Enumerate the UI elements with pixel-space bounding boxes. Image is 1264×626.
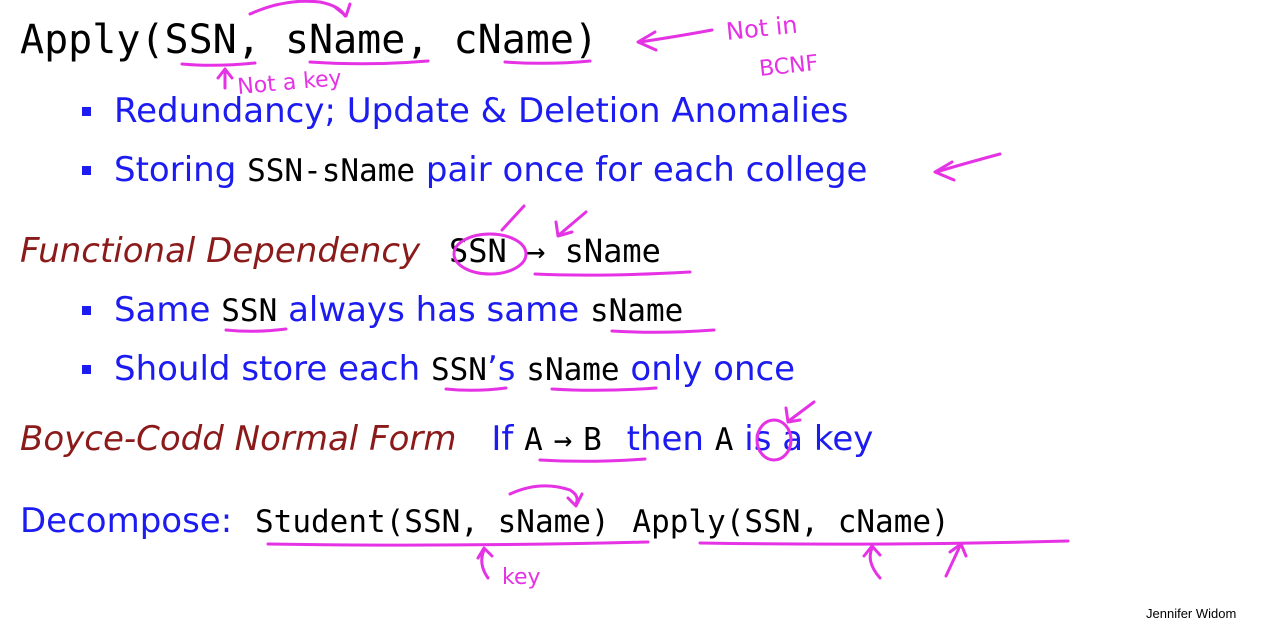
arrow-storing-pair [933,152,1002,182]
underline-sname-store [550,386,658,392]
arrow-a-key [784,400,816,424]
swap-arrow-student [508,484,584,508]
circle-a-key [755,418,793,462]
up-arrow-key [476,546,494,580]
note-bcnf: BCNF [758,51,819,82]
note-key: key [502,565,541,590]
underline-sname-point [610,328,716,334]
handwritten-annotations: Not a key Not in BCNF key [180,0,1070,590]
arrow-not-in-bcnf [636,28,714,52]
up-arrow-cname-apply [944,542,968,578]
underline-bcnf-expr [538,457,647,463]
underline-apply [698,539,1070,546]
note-not-a-key: Not a key [236,66,342,100]
arrows-fd-lhs [500,204,588,238]
underline-ssn-store [444,386,508,392]
underline-cname-schema [503,59,592,65]
circle-ssn-fd [452,232,528,276]
underline-fd [533,270,692,277]
underline-student [266,540,650,547]
up-arrow-not-a-key [216,67,234,90]
underline-sname-schema [308,59,430,66]
up-arrow-ssn-apply [862,544,882,580]
underline-ssn-schema [180,61,257,67]
underline-ssn-point [224,327,288,333]
swap-arrow-schema [248,0,352,18]
note-not-in: Not in [725,11,799,46]
